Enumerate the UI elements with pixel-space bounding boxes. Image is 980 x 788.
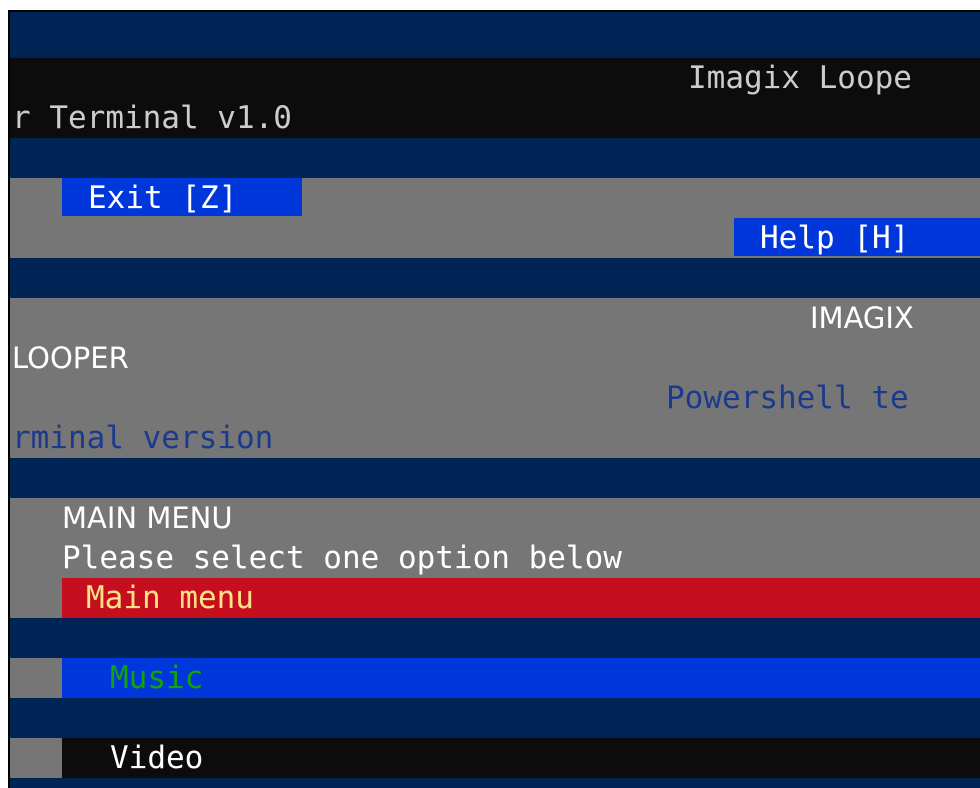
menu-heading-row: MAIN MENU xyxy=(10,498,980,538)
menu-item-main-menu[interactable]: Main menu xyxy=(62,578,980,618)
video-gutter xyxy=(10,738,62,778)
music-gutter xyxy=(10,658,62,698)
title-text-1: Imagix Loope xyxy=(688,60,912,96)
app-name-part-2: LOOPER xyxy=(12,341,129,375)
title-text-2: r Terminal v1.0 xyxy=(12,100,292,136)
menu-item-video[interactable]: Video xyxy=(62,738,980,778)
terminal-window: Imagix Loope r Terminal v1.0 Exit [Z] He… xyxy=(8,10,980,788)
selected-menu-row: Main menu xyxy=(10,578,980,618)
toolbar-row-2: Help [H] xyxy=(10,218,980,258)
banner-row-3: Powershell te xyxy=(10,378,980,418)
banner-row-2: LOOPER xyxy=(10,338,980,378)
banner-row-1: IMAGIX xyxy=(10,298,980,338)
app-name-part-1: IMAGIX xyxy=(810,301,914,335)
menu-item-music[interactable]: Music xyxy=(62,658,980,698)
menu-instruction: Please select one option below xyxy=(62,540,622,576)
title-line-2: r Terminal v1.0 xyxy=(10,98,980,138)
exit-button[interactable]: Exit [Z] xyxy=(62,178,302,216)
list-item-video: Video xyxy=(10,738,980,778)
banner-row-4: rminal version xyxy=(10,418,980,458)
list-item-music: Music xyxy=(10,658,980,698)
menu-heading: MAIN MENU xyxy=(62,501,233,535)
menu-instruction-row: Please select one option below xyxy=(10,538,980,578)
help-button[interactable]: Help [H] xyxy=(734,218,980,256)
title-line-1: Imagix Loope xyxy=(10,58,980,98)
toolbar-row-1: Exit [Z] xyxy=(10,178,980,218)
subtitle-part-2: rminal version xyxy=(12,420,274,456)
subtitle-part-1: Powershell te xyxy=(666,380,909,416)
